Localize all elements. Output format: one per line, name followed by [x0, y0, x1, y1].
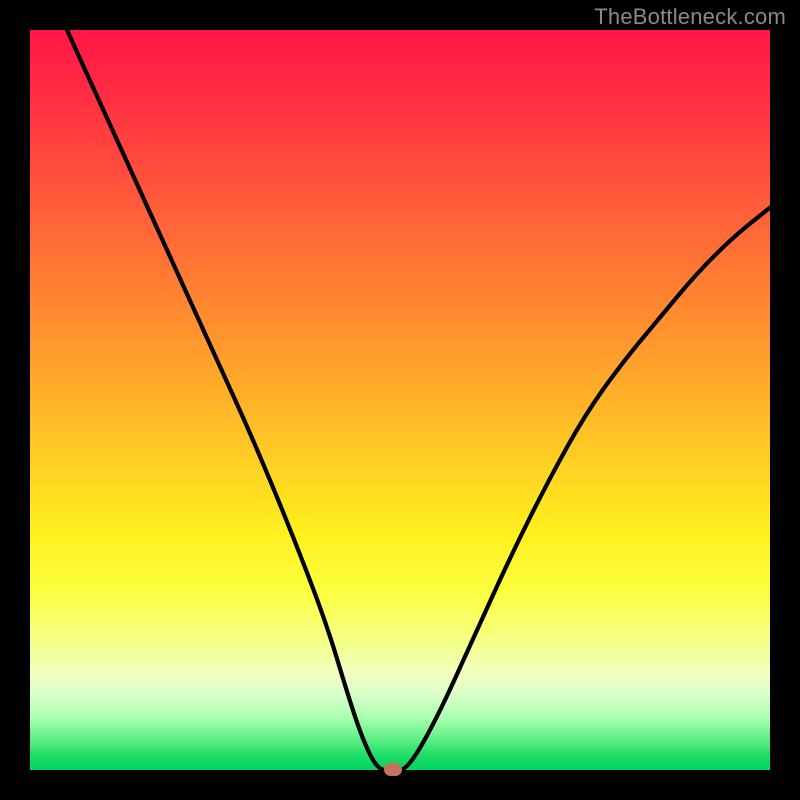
chart-frame: TheBottleneck.com [0, 0, 800, 800]
plot-area [30, 30, 770, 770]
bottleneck-curve [30, 30, 770, 770]
optimal-point-marker [384, 763, 402, 776]
watermark-text: TheBottleneck.com [594, 4, 786, 30]
